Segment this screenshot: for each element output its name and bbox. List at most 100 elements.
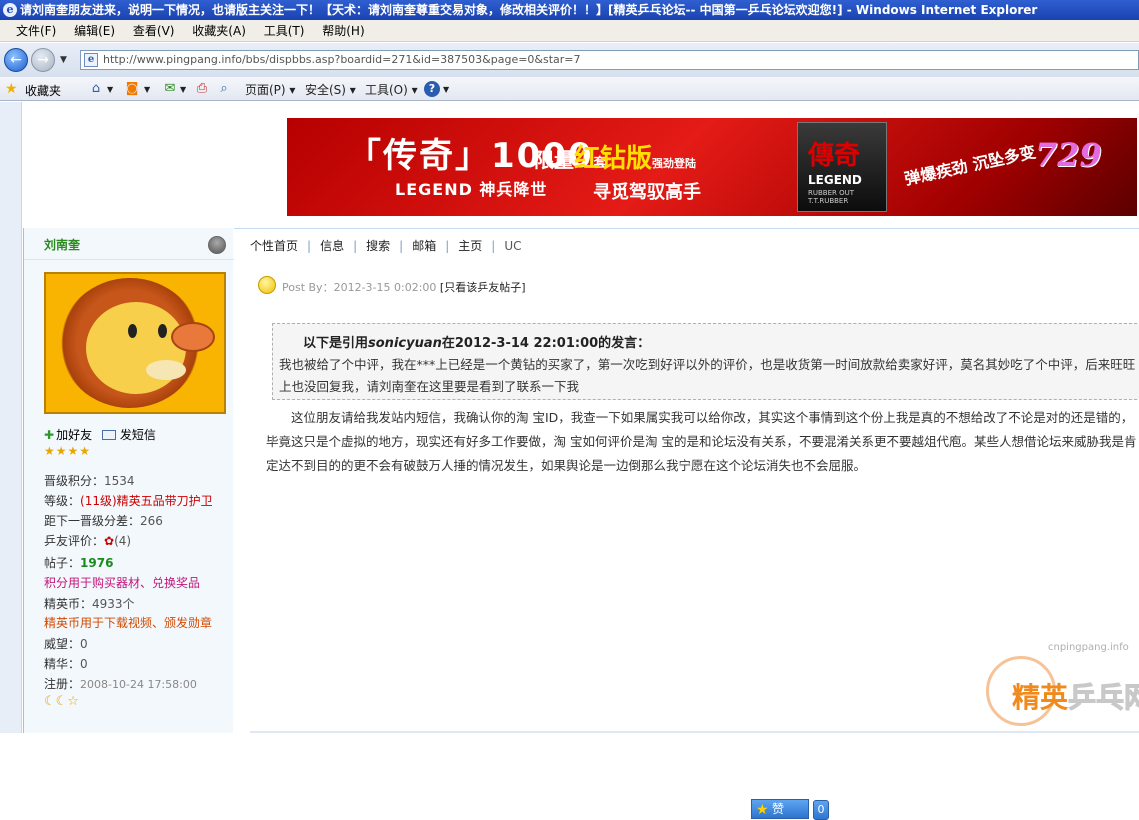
menu-file[interactable]: 文件(F)	[16, 20, 56, 42]
favorites-star-icon[interactable]: ★	[5, 81, 18, 97]
window-titlebar[interactable]: e 请刘南奎朋友进来，说明一下情况，也请版主关注一下！【天术：请刘南奎尊重交易对…	[0, 0, 1139, 20]
stat-peer-rating: 乒友评价：✿(4)	[44, 532, 131, 549]
legend-banner-ad[interactable]: 「传奇」1000套 限量红钻版强劲登陆 LEGEND 神兵降世 寻觅驾驭高手 傳…	[287, 118, 1137, 216]
prestige-label: 威望：	[44, 637, 81, 651]
quote-text: 我也被给了个中评，我在***上已经是一个黄钻的买家了，第一次吃到好评以外的评价，…	[279, 357, 1136, 394]
mail-dropdown-icon[interactable]: ▼	[180, 85, 186, 94]
page-menu-button[interactable]: 页面(P) ▾	[245, 81, 295, 98]
stat-grade: 等级：(11级)精英五品带刀护卫	[44, 492, 213, 509]
page-menu-label: 页面(P)	[245, 83, 286, 97]
nav-personal-home[interactable]: 个性首页	[250, 239, 298, 253]
stat-level-points: 晋级积分：1534	[44, 472, 135, 489]
nav-mailbox[interactable]: 邮箱	[412, 239, 436, 253]
post-by-text: Post By：2012-3-15 0:02:00	[282, 281, 437, 294]
watermark-text: 精英乒乓网	[1012, 676, 1139, 716]
banner-line3: LEGEND 神兵降世	[395, 180, 548, 199]
register-label: 注册：	[44, 677, 81, 691]
quote-user: sonicyuan	[368, 336, 442, 351]
favorites-button[interactable]: 收藏夹	[25, 82, 61, 99]
menu-favorites[interactable]: 收藏夹(A)	[192, 20, 246, 42]
menu-help[interactable]: 帮助(H)	[322, 20, 364, 42]
banner-line2-c: 强劲登陆	[652, 157, 697, 170]
avatar	[44, 272, 226, 414]
user-header: 刘南奎	[24, 228, 234, 260]
quote-suffix: 在2012-3-14 22:01:00的发言：	[441, 336, 651, 351]
help-icon[interactable]: ?	[424, 81, 440, 97]
nav-separator: |	[353, 239, 358, 253]
only-this-user-link[interactable]: [只看该乒友帖子]	[440, 281, 526, 294]
stat-register-date: 注册：2008-10-24 17:58:00	[44, 675, 197, 692]
menu-edit[interactable]: 编辑(E)	[74, 20, 115, 42]
add-friend-icon: ✚	[44, 428, 55, 442]
help-dropdown-icon[interactable]: ▼	[443, 85, 449, 94]
add-friend-link[interactable]: 加好友	[56, 428, 92, 442]
like-button[interactable]: ★ 赞	[751, 799, 809, 819]
research-icon[interactable]: ⌕	[216, 81, 232, 97]
forward-button[interactable]: →	[31, 48, 55, 72]
url-input[interactable]: e http://www.pingpang.info/bbs/dispbbs.a…	[80, 50, 1139, 70]
menu-view[interactable]: 查看(V)	[133, 20, 175, 42]
back-button[interactable]: ←	[4, 48, 28, 72]
address-bar: ← → ▼ e http://www.pingpang.info/bbs/dis…	[0, 43, 1139, 77]
stat-value: 1534	[104, 474, 135, 488]
rss-feed-icon[interactable]: ◙	[124, 81, 140, 97]
feed-dropdown-icon[interactable]: ▼	[144, 85, 150, 94]
coins-label: 精英币：	[44, 597, 93, 611]
nav-info[interactable]: 信息	[320, 239, 344, 253]
banner-line2-a: 限量	[534, 148, 574, 172]
favorites-bar: ★ 收藏夹 ⌂ ▼ ◙ ▼ ✉ ▼ ⎙ ⌕ 页面(P) ▾ 安全(S) ▾ 工具…	[0, 77, 1139, 101]
watermark-text-a: 精英	[1012, 681, 1069, 714]
post-meta: Post By：2012-3-15 0:02:00 [只看该乒友帖子]	[258, 276, 526, 295]
user-status-icon	[208, 236, 226, 254]
nav-separator: |	[399, 239, 404, 253]
like-bar: ★ 赞 0	[751, 799, 829, 820]
ie-logo-icon: e	[3, 3, 17, 17]
avatar-cheek	[146, 360, 186, 380]
avatar-eye-right	[158, 324, 167, 338]
stat-value: (4)	[114, 534, 132, 548]
box-title: 傳奇	[808, 141, 861, 171]
tools-menu-button[interactable]: 工具(O) ▾	[365, 81, 418, 98]
home-dropdown-icon[interactable]: ▼	[107, 85, 113, 94]
user-nav: 个性首页 | 信息 | 搜索 | 邮箱 | 主页 | UC	[250, 237, 521, 254]
avatar-eye-left	[128, 324, 137, 338]
rank-stars: ★★★★	[44, 444, 92, 458]
like-star-icon: ★	[756, 802, 769, 818]
nav-separator: |	[307, 239, 312, 253]
menu-tools[interactable]: 工具(T)	[264, 20, 305, 42]
points-note: 积分用于购买器材、兑换奖品	[44, 576, 201, 590]
print-icon[interactable]: ⎙	[194, 81, 210, 97]
banner-limited-edition: 限量红钻版强劲登陆	[534, 138, 696, 175]
read-mail-icon[interactable]: ✉	[162, 81, 178, 97]
site-watermark-logo: cnpingpang.info 精英乒乓网	[986, 642, 1139, 733]
avatar-lion-face	[86, 302, 186, 394]
stat-label: 距下一晋级分差：	[44, 514, 141, 528]
nav-uc[interactable]: UC	[504, 239, 521, 253]
stat-next-level-gap: 距下一晋级分差：266	[44, 512, 163, 529]
window-title: 请刘南奎朋友进来，说明一下情况，也请版主关注一下！【天术：请刘南奎尊重交易对象，…	[20, 3, 1038, 17]
coins-value: 4933个	[92, 597, 135, 611]
history-dropdown-icon[interactable]: ▼	[60, 55, 67, 65]
nav-separator: |	[445, 239, 450, 253]
quote-block: 以下是引用sonicyuan在2012-3-14 22:01:00的发言： 我也…	[272, 323, 1139, 400]
coins-note: 精英币用于下载视频、颁发勋章	[44, 616, 213, 630]
nav-search[interactable]: 搜索	[366, 239, 390, 253]
rubber-product-box: 傳奇 LEGEND RUBBER OUT T.T.RUBBER	[797, 122, 887, 212]
smiley-mood-icon	[258, 276, 276, 294]
home-icon[interactable]: ⌂	[88, 81, 104, 97]
page-icon: e	[84, 53, 98, 67]
box-sub: LEGEND	[808, 173, 862, 187]
username[interactable]: 刘南奎	[44, 236, 80, 253]
nav-homepage[interactable]: 主页	[458, 239, 482, 253]
banner-line4: 寻觅驾驭高手	[593, 182, 701, 203]
message-envelope-icon	[101, 430, 116, 440]
stat-label: 晋级积分：	[44, 474, 105, 488]
post-body: 这位朋友请给我发站内短信，我确认你的淘 宝ID，我查一下如果属实我可以给你改，其…	[266, 410, 1137, 473]
forward-arrow-icon: →	[37, 52, 49, 68]
safety-menu-button[interactable]: 安全(S) ▾	[305, 81, 356, 98]
essence-label: 精华：	[44, 657, 81, 671]
prestige-value: 0	[80, 637, 88, 651]
send-message-link[interactable]: 发短信	[120, 428, 156, 442]
nav-separator: |	[491, 239, 496, 253]
left-edge-strip	[0, 102, 22, 733]
